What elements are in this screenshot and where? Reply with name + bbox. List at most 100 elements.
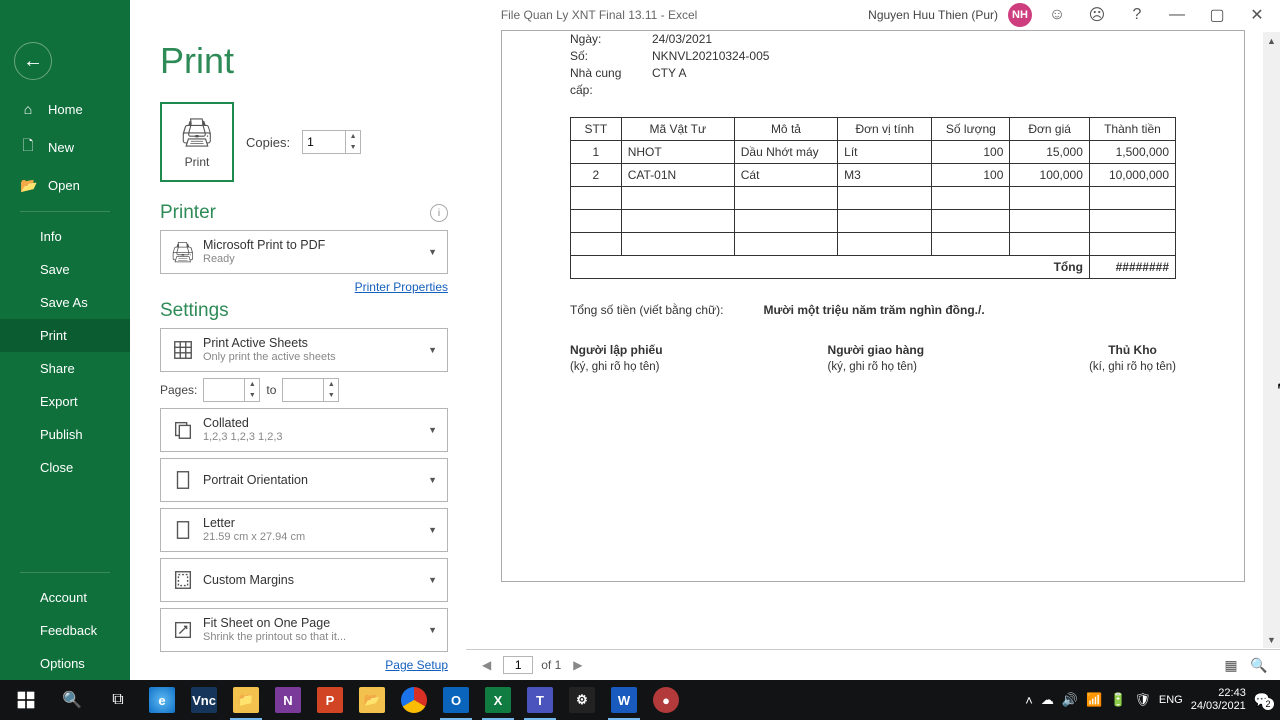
taskbar-app-word[interactable]: W xyxy=(604,680,644,720)
taskbar-app-ie[interactable]: e xyxy=(142,680,182,720)
windows-taskbar[interactable]: 🔍 ⧉ e Vnc 📁 N P 📂 O X T ⚙ W ● ˄ ☁ 🔊 📶 🔋 … xyxy=(0,680,1280,720)
tray-clock[interactable]: 22:4324/03/2021 xyxy=(1191,687,1246,713)
print-panel: Print 🖨 Print Copies: ▲▼ Printeri 🖨 Micr… xyxy=(130,30,466,680)
scaling-dropdown[interactable]: Fit Sheet on One PageShrink the printout… xyxy=(160,608,448,652)
sidebar-item-info[interactable]: Info xyxy=(0,220,130,253)
sidebar-item-share[interactable]: Share xyxy=(0,352,130,385)
copies-spinner[interactable]: ▲▼ xyxy=(302,130,361,154)
copies-input[interactable] xyxy=(303,135,345,149)
face-smile-icon[interactable]: ☺ xyxy=(1042,0,1072,30)
task-view-icon[interactable]: ⧉ xyxy=(96,680,140,720)
vertical-scrollbar[interactable]: ▲▼ xyxy=(1263,32,1280,648)
pages-from-up[interactable]: ▲ xyxy=(244,379,259,390)
search-icon[interactable]: 🔍 xyxy=(50,680,94,720)
tray-notif-count: 2 xyxy=(1262,698,1274,710)
pages-from-input[interactable] xyxy=(204,383,244,397)
taskbar-app-outlook[interactable]: O xyxy=(436,680,476,720)
taskbar-app-onenote[interactable]: N xyxy=(268,680,308,720)
minimize-icon[interactable]: — xyxy=(1162,0,1192,30)
printer-dropdown[interactable]: 🖨 Microsoft Print to PDFReady ▼ xyxy=(160,230,448,274)
maximize-icon[interactable]: ▢ xyxy=(1202,0,1232,30)
next-page-button[interactable]: ▶ xyxy=(569,656,586,674)
titlebar-left-green xyxy=(0,0,130,30)
margins-text: Custom Margins xyxy=(197,573,424,587)
tray-security-icon[interactable]: 🛡 xyxy=(1134,692,1151,708)
page-setup-link[interactable]: Page Setup xyxy=(160,658,448,672)
tray-wifi-icon[interactable]: 📶 xyxy=(1086,692,1102,708)
sheet-icon xyxy=(169,336,197,364)
th-tt: Thành tiền xyxy=(1089,118,1175,141)
tray-lang[interactable]: ENG xyxy=(1159,694,1183,706)
paper-dropdown[interactable]: Letter21.59 cm x 27.94 cm ▼ xyxy=(160,508,448,552)
sidebar-item-account[interactable]: Account xyxy=(0,581,130,614)
taskbar-app-teams[interactable]: T xyxy=(520,680,560,720)
printer-status: Ready xyxy=(203,252,424,266)
taskbar-app-vnc[interactable]: Vnc xyxy=(184,680,224,720)
sidebar-item-print[interactable]: Print xyxy=(0,319,130,352)
preview-footer: ◀ of 1 ▶ ▦ 🔍 xyxy=(466,649,1280,680)
doc-ncc: CTY A xyxy=(652,65,686,99)
page-number-input[interactable] xyxy=(503,656,533,674)
taskbar-app-settings[interactable]: ⚙ xyxy=(562,680,602,720)
pages-from-spinner[interactable]: ▲▼ xyxy=(203,378,260,402)
system-tray[interactable]: ˄ ☁ 🔊 📶 🔋 🛡 ENG 22:4324/03/2021 💬2 xyxy=(1025,687,1276,713)
avatar[interactable]: NH xyxy=(1008,3,1032,27)
face-sad-icon[interactable]: ☹ xyxy=(1082,0,1112,30)
sidebar-item-new[interactable]: 🗋New xyxy=(0,126,130,168)
collate-dropdown[interactable]: Collated1,2,3 1,2,3 1,2,3 ▼ xyxy=(160,408,448,452)
tray-battery-icon[interactable]: 🔋 xyxy=(1110,692,1126,708)
show-margins-icon[interactable]: ▦ xyxy=(1222,656,1240,674)
sidebar-item-home[interactable]: ⌂Home xyxy=(0,92,130,126)
taskbar-app-chrome[interactable] xyxy=(394,680,434,720)
close-icon[interactable]: ✕ xyxy=(1242,0,1272,30)
scroll-up-icon[interactable]: ▲ xyxy=(1263,32,1280,49)
prev-page-button[interactable]: ◀ xyxy=(478,656,495,674)
copies-up[interactable]: ▲ xyxy=(345,131,360,142)
taskbar-app-excel[interactable]: X xyxy=(478,680,518,720)
orientation-dropdown[interactable]: Portrait Orientation ▼ xyxy=(160,458,448,502)
tray-chevron-up-icon[interactable]: ˄ xyxy=(1025,693,1033,708)
copies-down[interactable]: ▼ xyxy=(345,142,360,153)
sidebar-item-export[interactable]: Export xyxy=(0,385,130,418)
taskbar-app-folder[interactable]: 📂 xyxy=(352,680,392,720)
print-button[interactable]: 🖨 Print xyxy=(160,102,234,182)
pages-to-down[interactable]: ▼ xyxy=(323,390,338,401)
sig1-sub: (ký, ghi rõ họ tên) xyxy=(570,361,663,373)
printer-ready-icon: 🖨 xyxy=(169,238,197,266)
pages-to-spinner[interactable]: ▲▼ xyxy=(282,378,339,402)
sidebar-item-open[interactable]: 📂Open xyxy=(0,168,130,203)
print-what-dropdown[interactable]: Print Active SheetsOnly print the active… xyxy=(160,328,448,372)
collate-icon xyxy=(169,416,197,444)
sidebar-item-publish[interactable]: Publish xyxy=(0,418,130,451)
sidebar-item-close[interactable]: Close xyxy=(0,451,130,484)
pages-to-up[interactable]: ▲ xyxy=(323,379,338,390)
start-button[interactable] xyxy=(4,680,48,720)
tray-notifications-icon[interactable]: 💬2 xyxy=(1254,692,1270,708)
margins-dropdown[interactable]: Custom Margins ▼ xyxy=(160,558,448,602)
taskbar-app-powerpoint[interactable]: P xyxy=(310,680,350,720)
taskbar-app-recorder[interactable]: ● xyxy=(646,680,686,720)
zoom-to-page-icon[interactable]: 🔍 xyxy=(1250,656,1268,674)
tray-volume-icon[interactable]: 🔊 xyxy=(1062,692,1078,708)
username[interactable]: Nguyen Huu Thien (Pur) xyxy=(868,8,998,22)
sidebar-label-publish: Publish xyxy=(40,427,83,442)
sidebar-item-save[interactable]: Save xyxy=(0,253,130,286)
sidebar-label-feedback: Feedback xyxy=(40,623,97,638)
back-button[interactable]: ← xyxy=(14,42,52,80)
sidebar-label-options: Options xyxy=(40,656,85,671)
pages-from-down[interactable]: ▼ xyxy=(244,390,259,401)
printer-properties-link[interactable]: Printer Properties xyxy=(160,280,448,294)
printer-info-icon[interactable]: i xyxy=(430,204,448,222)
backstage-sidebar: ← ⌂Home 🗋New 📂Open Info Save Save As Pri… xyxy=(0,30,130,680)
pages-to-label: to xyxy=(266,383,276,397)
scroll-down-icon[interactable]: ▼ xyxy=(1263,631,1280,648)
doc-ngay-label: Ngày: xyxy=(570,31,646,48)
tray-cloud-icon[interactable]: ☁ xyxy=(1041,692,1054,708)
sidebar-label-export: Export xyxy=(40,394,78,409)
pages-to-input[interactable] xyxy=(283,383,323,397)
help-icon[interactable]: ? xyxy=(1122,0,1152,30)
sidebar-item-feedback[interactable]: Feedback xyxy=(0,614,130,647)
taskbar-app-explorer[interactable]: 📁 xyxy=(226,680,266,720)
sidebar-item-saveas[interactable]: Save As xyxy=(0,286,130,319)
sidebar-item-options[interactable]: Options xyxy=(0,647,130,680)
